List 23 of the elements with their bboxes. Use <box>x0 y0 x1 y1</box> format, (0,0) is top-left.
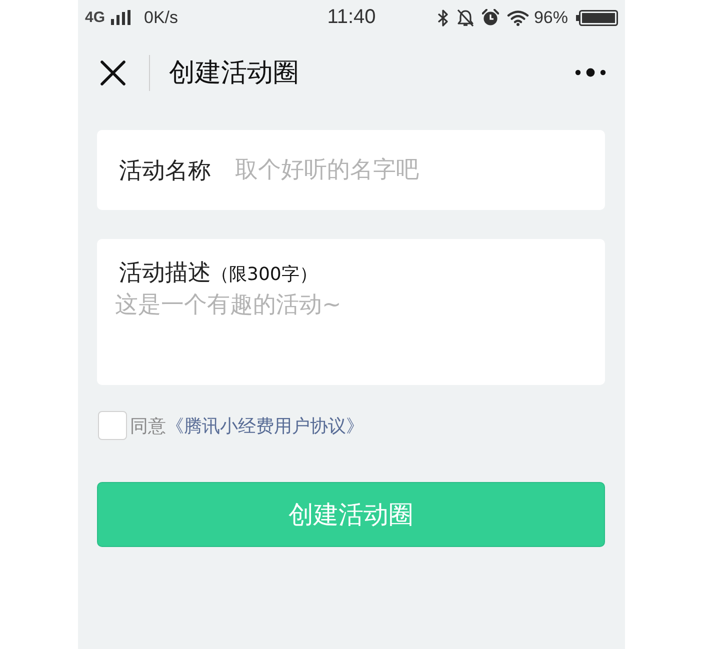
close-icon[interactable] <box>100 60 126 86</box>
agreement-checkbox[interactable] <box>98 411 127 440</box>
alarm-clock-icon <box>482 9 499 26</box>
page-title: 创建活动圈 <box>169 57 299 90</box>
network-type: 4G <box>85 9 106 26</box>
bluetooth-icon <box>436 8 449 26</box>
agreement-link[interactable]: 《腾讯小经费用户协议》 <box>166 414 364 438</box>
field-label: 活动名称 <box>119 156 211 186</box>
description-textarea[interactable]: 这是一个有趣的活动~ <box>115 290 585 370</box>
signal-icon <box>111 10 132 25</box>
clock-time: 11:40 <box>327 6 376 29</box>
agreement-text: 同意 <box>130 414 166 438</box>
battery-icon <box>576 8 618 26</box>
name-field[interactable]: 活动名称 取个好听的名字吧 <box>97 130 605 210</box>
wifi-icon <box>506 10 529 26</box>
more-icon[interactable] <box>575 68 606 77</box>
bell-off-icon <box>456 8 474 26</box>
length-limit-hint: （限300字） <box>211 263 318 287</box>
name-input[interactable]: 取个好听的名字吧 <box>235 153 605 187</box>
battery-percent: 96% <box>534 8 568 28</box>
field-label: 活动描述 <box>119 259 211 288</box>
network-speed: 0K/s <box>144 8 178 28</box>
description-field[interactable]: 活动描述（限300字） 这是一个有趣的活动~ <box>97 239 605 385</box>
